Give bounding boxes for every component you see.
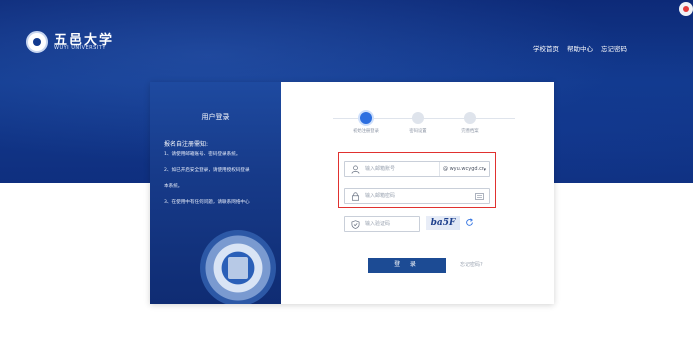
step-2-dot: [412, 112, 424, 124]
step-1-dot: [360, 112, 372, 124]
logo-name-en: WUYI UNIVERSITY: [54, 45, 106, 51]
nav-home[interactable]: 学校首页: [533, 43, 559, 53]
notice-line: 1、请使用邮箱账号、密码登录系统。: [164, 152, 241, 157]
step-3-label: 完善档案: [461, 129, 479, 134]
login-page: 五邑大学 WUYI UNIVERSITY 学校首页 帮助中心 忘记密码 用户登录…: [0, 0, 693, 364]
domain-select[interactable]: @ wyu.wcygd.cr ▾: [439, 162, 489, 176]
notice-line: 2、如已开启安全登录，请使用授权码登录: [164, 168, 250, 173]
account-field[interactable]: @ wyu.wcygd.cr ▾: [344, 161, 490, 177]
step-1-label: 初始注册登录: [353, 129, 379, 134]
shield-icon: [351, 220, 360, 229]
password-input[interactable]: [365, 190, 431, 202]
captcha-image[interactable]: ba5F: [426, 216, 460, 230]
login-info-panel: 用户登录 报名自注册需知: 1、请使用邮箱账号、密码登录系统。 2、如已开启安全…: [150, 82, 281, 304]
top-nav: 学校首页 帮助中心 忘记密码: [533, 43, 627, 53]
step-3-dot: [464, 112, 476, 124]
captcha-field[interactable]: [344, 216, 431, 232]
notice-heading: 报名自注册需知:: [164, 141, 209, 148]
user-icon: [351, 165, 360, 174]
captcha-input[interactable]: [365, 218, 431, 230]
login-button[interactable]: 登 录: [368, 258, 446, 273]
notice-line: 3、在使用中有任何问题，请联系网络中心: [164, 200, 250, 205]
corner-close-icon[interactable]: [679, 2, 693, 16]
password-field[interactable]: [344, 188, 490, 204]
account-input[interactable]: [365, 163, 431, 175]
keyboard-icon[interactable]: [475, 193, 484, 200]
domain-value: @ wyu.wcygd.cr: [443, 166, 484, 172]
login-form-panel: 初始注册登录 密码设置 完善档案 @ wyu.wcygd.cr ▾: [281, 82, 554, 304]
nav-forgot-password[interactable]: 忘记密码: [601, 43, 627, 53]
login-card: 用户登录 报名自注册需知: 1、请使用邮箱账号、密码登录系统。 2、如已开启安全…: [150, 82, 554, 304]
notice-line: 本系统。: [164, 184, 183, 189]
campus-globe-image: [200, 230, 276, 304]
panel-title: 用户登录: [201, 113, 230, 121]
lock-icon: [351, 192, 360, 201]
step-2-label: 密码设置: [409, 129, 427, 134]
chevron-down-icon: ▾: [483, 167, 486, 173]
forgot-password-link[interactable]: 忘记密码?: [460, 261, 483, 268]
university-logo-icon: [26, 31, 48, 53]
refresh-icon[interactable]: [465, 218, 474, 227]
nav-help[interactable]: 帮助中心: [567, 43, 593, 53]
